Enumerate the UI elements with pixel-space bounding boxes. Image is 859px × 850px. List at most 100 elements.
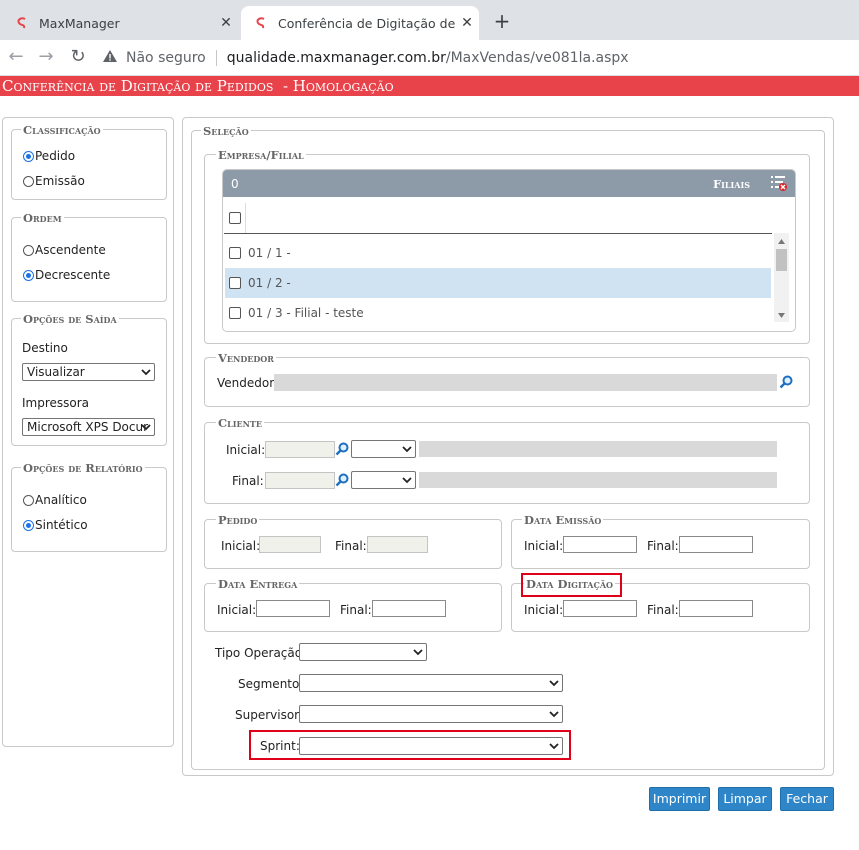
radio-label: Pedido xyxy=(35,149,76,163)
data-emissao-inicial-input[interactable] xyxy=(563,536,637,553)
radio-button[interactable] xyxy=(23,519,34,531)
chevron-down-icon xyxy=(402,446,412,453)
impressora-select[interactable]: Microsoft XPS Docur xyxy=(22,418,155,436)
tipo-operacao-select[interactable] xyxy=(299,643,427,661)
cliente-inicial-label: Inicial: xyxy=(226,443,266,457)
forward-arrow-icon[interactable]: → xyxy=(34,46,58,70)
pedido-inicial-input[interactable] xyxy=(259,536,321,553)
data-entrega-inicial-input[interactable] xyxy=(256,600,330,617)
search-icon[interactable] xyxy=(779,375,793,389)
radio-analitico[interactable]: Analítico xyxy=(23,493,87,507)
radio-button[interactable] xyxy=(23,175,34,187)
radio-button[interactable] xyxy=(23,150,34,162)
chevron-down-icon xyxy=(413,649,423,656)
data-digitacao-final-input[interactable] xyxy=(679,600,753,617)
limpar-button[interactable]: Limpar xyxy=(718,787,772,811)
cliente-group xyxy=(204,422,810,504)
opcoes-relatorio-group xyxy=(11,467,167,552)
clear-filter-icon[interactable] xyxy=(770,174,788,192)
chevron-down-icon xyxy=(549,743,559,750)
divider xyxy=(245,203,246,233)
close-tab-icon[interactable]: ✕ xyxy=(455,15,479,31)
radio-label: Analítico xyxy=(35,493,87,507)
data-entrega-final-label: Final: xyxy=(340,603,372,617)
opcoes-saida-legend: Opções de Saída xyxy=(21,312,119,326)
data-emissao-final-label: Final: xyxy=(647,539,679,553)
filiais-header-label: Filiais xyxy=(713,177,751,191)
row-checkbox[interactable] xyxy=(229,307,241,319)
back-arrow-icon[interactable]: ← xyxy=(4,46,28,70)
radio-button[interactable] xyxy=(23,494,34,506)
cliente-legend: Cliente xyxy=(216,416,264,430)
cliente-final-name xyxy=(419,472,777,488)
pedido-final-label: Final: xyxy=(335,539,367,553)
cliente-inicial-select[interactable] xyxy=(351,440,416,458)
selecao-legend: Seleção xyxy=(201,124,251,138)
radio-button[interactable] xyxy=(23,244,34,256)
cliente-inicial-input[interactable] xyxy=(265,441,335,458)
browser-tab-conferencia[interactable]: Conferência de Digitação de Pedi ✕ xyxy=(241,6,479,40)
browser-tab-maxmanager[interactable]: MaxManager ✕ xyxy=(0,6,238,40)
fechar-button[interactable]: Fechar xyxy=(780,787,834,811)
chevron-down-icon xyxy=(141,369,151,376)
segmento-label: Segmento: xyxy=(238,677,304,691)
data-entrega-legend: Data Entrega xyxy=(216,577,300,591)
data-emissao-inicial-label: Inicial: xyxy=(524,539,564,553)
vendedor-legend: Vendedor xyxy=(216,351,276,365)
classificacao-legend: Classificação xyxy=(21,123,103,137)
imprimir-button[interactable]: Imprimir xyxy=(649,787,710,811)
search-icon[interactable] xyxy=(335,473,349,487)
row-label: 01 / 2 - xyxy=(248,276,291,290)
segmento-select[interactable] xyxy=(299,674,563,692)
list-item[interactable]: 01 / 3 - Filial - teste xyxy=(225,298,771,328)
sprint-select[interactable] xyxy=(299,737,563,755)
ordem-legend: Ordem xyxy=(21,211,64,225)
radio-label: Decrescente xyxy=(35,268,111,282)
divider xyxy=(215,50,217,66)
row-label: 01 / 1 - xyxy=(248,246,291,260)
cliente-final-select[interactable] xyxy=(351,471,416,489)
reload-icon[interactable]: ↻ xyxy=(66,46,90,70)
classificacao-group xyxy=(11,129,167,200)
radio-pedido[interactable]: Pedido xyxy=(23,149,75,163)
radio-label: Emissão xyxy=(35,174,85,188)
page-title: Conferência de Digitação de Pedidos - Ho… xyxy=(0,76,859,96)
scroll-down-arrow-icon[interactable] xyxy=(777,309,786,318)
data-emissao-final-input[interactable] xyxy=(679,536,753,553)
security-label: Não seguro xyxy=(126,50,206,66)
new-tab-icon[interactable]: + xyxy=(488,10,516,34)
close-tab-icon[interactable]: ✕ xyxy=(214,15,238,31)
list-item[interactable]: 01 / 2 - xyxy=(225,268,771,298)
scrollbar-thumb[interactable] xyxy=(776,249,787,271)
destino-select[interactable]: Visualizar xyxy=(22,363,155,381)
cliente-final-input[interactable] xyxy=(265,472,335,489)
impressora-label: Impressora xyxy=(22,396,90,410)
scroll-up-arrow-icon[interactable] xyxy=(777,235,786,244)
vendedor-field[interactable] xyxy=(274,374,777,391)
radio-emissao[interactable]: Emissão xyxy=(23,174,85,188)
row-checkbox[interactable] xyxy=(229,247,241,259)
chevron-down-icon xyxy=(549,680,559,687)
pedido-inicial-label: Inicial: xyxy=(221,539,261,553)
radio-label: Sintético xyxy=(35,518,88,532)
warning-icon xyxy=(102,49,118,67)
radio-decrescente[interactable]: Decrescente xyxy=(23,268,110,282)
app-favicon-icon xyxy=(253,15,269,31)
sprint-label: Sprint: xyxy=(260,739,300,753)
url-field[interactable]: Não seguro qualidade.maxmanager.com.br /… xyxy=(102,45,629,71)
row-checkbox[interactable] xyxy=(229,277,241,289)
pedido-final-input[interactable] xyxy=(367,536,428,553)
opcoes-relatorio-legend: Opções de Relatório xyxy=(21,461,145,475)
url-path: /MaxVendas/ve081la.aspx xyxy=(445,50,629,66)
list-item[interactable]: 01 / 1 - xyxy=(225,238,771,268)
search-icon[interactable] xyxy=(335,442,349,456)
select-all-checkbox[interactable] xyxy=(229,212,241,224)
radio-ascendente[interactable]: Ascendente xyxy=(23,243,106,257)
radio-button[interactable] xyxy=(23,269,34,281)
radio-sintetico[interactable]: Sintético xyxy=(23,518,88,532)
selected-count: 0 xyxy=(231,177,239,191)
data-entrega-final-input[interactable] xyxy=(372,600,446,617)
data-digitacao-inicial-input[interactable] xyxy=(563,600,637,617)
supervisor-select[interactable] xyxy=(299,705,563,723)
data-digitacao-final-label: Final: xyxy=(647,603,679,617)
